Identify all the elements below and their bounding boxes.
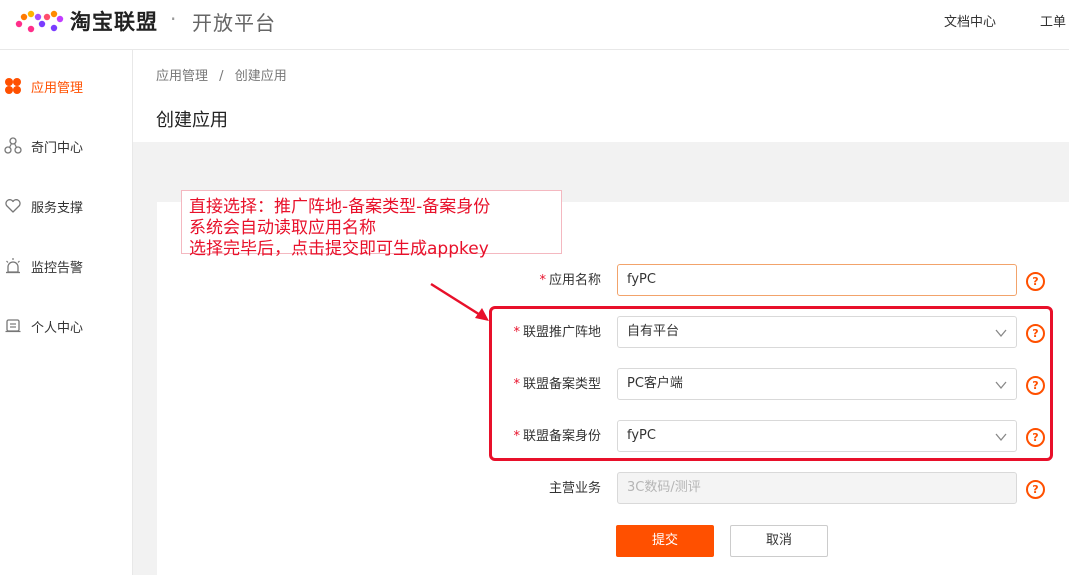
app-name-input[interactable]: fyPC [617,264,1017,296]
heart-icon [5,199,21,213]
annotation-note: 直接选择：推广阵地-备案类型-备案身份 系统会自动读取应用名称 选择完毕后，点击… [181,190,562,259]
taobao-union-logo-icon [15,10,64,33]
help-icon[interactable]: ? [1026,272,1045,291]
help-icon[interactable]: ? [1026,428,1045,447]
cancel-button[interactable]: 取消 [730,525,828,557]
profile-card-icon [5,319,21,333]
sidebar-item-app-management[interactable]: 应用管理 [0,65,132,105]
sidebar-item-label: 应用管理 [31,81,84,96]
chevron-down-icon [995,329,1007,338]
network-icon [4,137,22,154]
record-identity-value: fyPC [627,428,656,443]
sidebar-item-label: 服务支撑 [31,201,84,216]
help-icon[interactable]: ? [1026,480,1045,499]
sidebar-item-monitoring-alerts[interactable]: 监控告警 [0,245,132,285]
annotation-line: 选择完毕后，点击提交即可生成appkey [189,239,489,259]
breadcrumb-parent-link[interactable]: 应用管理 [156,69,208,84]
top-header: 淘宝联盟 · 开放平台 文档中心 工单 [0,0,1069,50]
brand-subtitle: 开放平台 [192,11,276,35]
main-business-label: 主营业务 [548,481,601,496]
main-business-placeholder: 3C数码/测评 [627,480,701,495]
record-type-select[interactable]: PC客户端 [617,368,1017,400]
chevron-down-icon [995,381,1007,390]
sidebar-item-label: 个人中心 [31,321,84,336]
sidebar-item-qimen-center[interactable]: 奇门中心 [0,125,132,165]
breadcrumb-separator: / [219,69,224,84]
breadcrumb-current: 创建应用 [234,69,287,84]
sidebar-item-label: 奇门中心 [31,141,84,156]
docs-center-link[interactable]: 文档中心 [944,11,996,30]
record-type-label: * 联盟备案类型 [513,377,601,392]
main-business-input[interactable]: 3C数码/测评 [617,472,1017,504]
promo-site-label: * 联盟推广阵地 [513,325,601,340]
app-grid-icon [5,78,21,94]
brand-separator: · [170,7,177,31]
sidebar: 应用管理 奇门中心 服务支撑 监控告警 个人中心 [0,50,133,575]
sidebar-item-personal-center[interactable]: 个人中心 [0,305,132,345]
chevron-down-icon [995,433,1007,442]
ticket-link[interactable]: 工单 [1040,11,1066,30]
submit-button[interactable]: 提交 [616,525,714,557]
sidebar-item-service-support[interactable]: 服务支撑 [0,185,132,225]
app-name-label: * 应用名称 [539,273,601,288]
sidebar-item-label: 监控告警 [31,261,84,276]
brand-name: 淘宝联盟 [70,10,158,34]
page-title: 创建应用 [156,110,228,131]
record-identity-select[interactable]: fyPC [617,420,1017,452]
record-identity-label: * 联盟备案身份 [513,429,601,444]
help-icon[interactable]: ? [1026,324,1045,343]
promo-site-value: 自有平台 [627,324,680,339]
record-type-value: PC客户端 [627,376,683,391]
breadcrumb: 应用管理 / 创建应用 [156,65,294,84]
help-icon[interactable]: ? [1026,376,1045,395]
promo-site-select[interactable]: 自有平台 [617,316,1017,348]
alarm-light-icon [6,258,20,274]
